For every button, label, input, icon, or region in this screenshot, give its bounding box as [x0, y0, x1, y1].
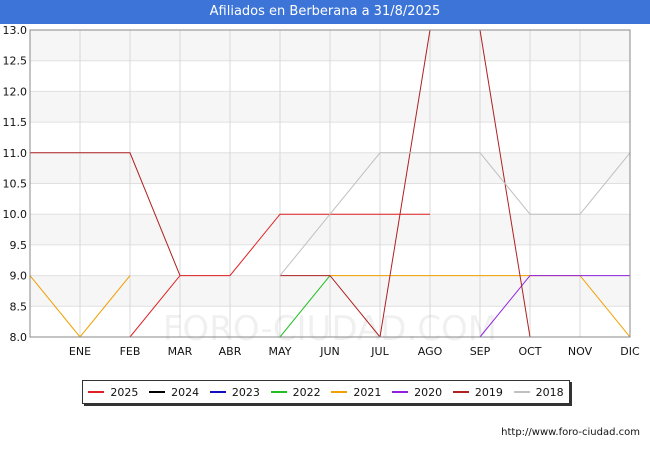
legend: 2025 2024 2023 2022 2021 2020 2019 2018 [82, 380, 570, 404]
x-tick-label: DIC [620, 345, 640, 358]
y-tick-label: 10.0 [3, 208, 28, 221]
y-tick-label: 8.5 [10, 300, 28, 313]
line-chart: 8.0 8.5 9.0 9.5 10.0 10.5 11.0 11.5 12.0 12.5 13.0… [3, 24, 641, 358]
legend-swatch [452, 391, 469, 393]
legend-item-2019: 2019 [452, 385, 503, 399]
legend-label: 2025 [110, 385, 139, 399]
legend-label: 2023 [231, 385, 260, 399]
y-tick-label: 12.5 [3, 55, 28, 68]
legend-item-2021: 2021 [331, 386, 381, 399]
legend-swatch [209, 391, 226, 393]
chart-title: Afiliados en Berberana a 31/8/2025 [0, 0, 650, 24]
x-tick-label: FEB [120, 345, 141, 358]
legend-label: 2024 [171, 385, 200, 399]
legend-swatch [270, 391, 287, 393]
y-tick-label: 9.5 [10, 239, 28, 252]
legend-swatch [513, 391, 530, 393]
y-tick-label: 11.0 [3, 147, 28, 160]
y-tick-label: 8.0 [10, 331, 28, 344]
legend-item-2022: 2022 [270, 385, 321, 399]
legend-label: 2019 [474, 385, 503, 399]
legend-swatch [392, 391, 409, 393]
legend-label: 2021 [353, 385, 382, 399]
legend-item-2023: 2023 [209, 385, 260, 399]
y-tick-label: 10.5 [3, 178, 28, 191]
source-url[interactable]: http://www.foro-ciudad.com [501, 427, 640, 438]
x-tick-label: OCT [518, 345, 541, 358]
legend-label: 2018 [535, 385, 564, 399]
legend-item-2020: 2020 [392, 386, 442, 399]
legend-item-2018: 2018 [513, 385, 564, 399]
legend-label: 2020 [414, 385, 443, 399]
watermark: FORO-CIUDAD.COM [163, 309, 497, 349]
legend-item-2025: 2025 [88, 386, 138, 399]
legend-swatch [149, 391, 166, 393]
y-tick-label: 13.0 [3, 24, 28, 37]
legend-swatch [88, 391, 105, 393]
legend-swatch [331, 391, 348, 393]
legend-label: 2022 [292, 385, 321, 399]
x-tick-label: NOV [568, 345, 593, 358]
y-tick-label: 12.0 [3, 85, 28, 98]
x-tick-label: ENE [69, 345, 91, 358]
y-tick-label: 11.5 [3, 116, 28, 129]
legend-item-2024: 2024 [149, 386, 199, 399]
y-tick-label: 9.0 [10, 270, 28, 283]
